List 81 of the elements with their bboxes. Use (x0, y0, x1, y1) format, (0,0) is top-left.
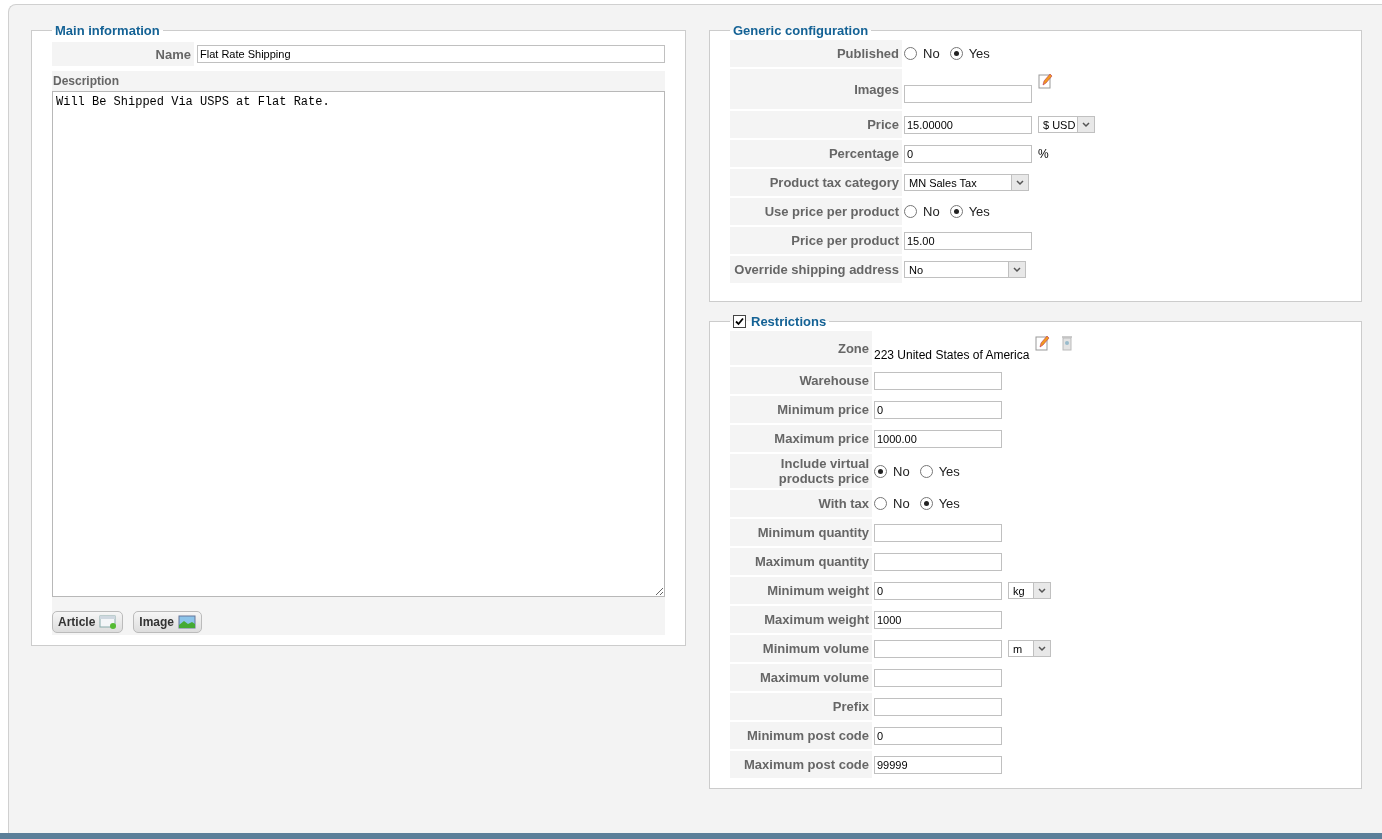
radio-button[interactable] (949, 47, 963, 60)
text-field[interactable]: 0 (874, 400, 1002, 419)
text-field[interactable]: 1000.00 (874, 429, 1002, 448)
radio-button[interactable] (874, 497, 887, 510)
text-field[interactable] (874, 697, 1002, 716)
radio-label: Yes (938, 463, 960, 479)
radio-button[interactable] (904, 205, 917, 218)
dropdown[interactable]: No (904, 261, 1026, 278)
text-field[interactable] (874, 523, 1002, 542)
radio-button[interactable] (874, 464, 887, 478)
text-field[interactable] (874, 668, 1002, 687)
field-label: Maximum quantity (730, 548, 872, 575)
dropdown[interactable]: kg (1008, 582, 1051, 599)
text-field[interactable] (904, 85, 1032, 103)
field-label: Maximum price (730, 425, 872, 452)
chevron-down-icon[interactable] (1033, 583, 1050, 598)
field-label: Warehouse (730, 367, 872, 394)
field-label: Include virtual products price (730, 454, 872, 488)
text-field[interactable]: 99999 (874, 755, 1002, 774)
field-label: Prefix (730, 693, 872, 720)
radio-button[interactable] (949, 205, 963, 218)
dropdown[interactable]: $ USD (1038, 116, 1095, 133)
section-title: Restrictions (751, 314, 827, 329)
text-field[interactable]: 1000 (874, 610, 1002, 629)
field-label: Use price per product (730, 198, 902, 225)
text-field[interactable]: Flat Rate Shipping (197, 45, 665, 63)
radio-button[interactable] (919, 464, 933, 478)
field-label: Zone (730, 331, 872, 365)
chevron-down-icon[interactable] (1011, 175, 1028, 190)
description-field[interactable]: Will Be Shipped Via USPS at Flat Rate. (52, 91, 665, 597)
radio-label: No (893, 496, 910, 511)
text-field[interactable] (874, 371, 1002, 390)
section-title: Generic configuration (733, 23, 869, 38)
field-label: Price per product (730, 227, 902, 254)
field-label: Minimum post code (730, 722, 872, 749)
text-field[interactable]: 0 (874, 581, 1002, 600)
radio-label: No (923, 204, 940, 219)
field-label: Maximum weight (730, 606, 872, 633)
field-label: Price (730, 111, 902, 138)
field-label: Images (730, 69, 902, 109)
document-plus-icon (99, 615, 118, 629)
radio-label: No (893, 463, 910, 479)
pencil-icon[interactable] (1035, 335, 1052, 351)
radio-label: No (923, 46, 940, 61)
field-label: Minimum price (730, 396, 872, 423)
field-label: Minimum quantity (730, 519, 872, 546)
field-label: Name (52, 42, 194, 66)
field-label: Minimum weight (730, 577, 872, 604)
text-field[interactable]: 0 (904, 144, 1032, 163)
field-label: Product tax category (730, 169, 902, 196)
chevron-down-icon[interactable] (1077, 117, 1094, 132)
field-label: Description (52, 71, 665, 91)
field-label: Minimum volume (730, 635, 872, 662)
picture-icon (178, 615, 197, 629)
editor-button[interactable]: Image (133, 611, 203, 633)
text-field[interactable] (874, 639, 1002, 658)
section-title: Main information (55, 23, 160, 38)
text-field[interactable] (874, 552, 1002, 571)
chevron-down-icon[interactable] (1033, 641, 1050, 656)
dropdown[interactable]: MN Sales Tax (904, 174, 1029, 191)
pencil-icon[interactable] (1038, 73, 1054, 89)
chevron-down-icon[interactable] (1008, 262, 1025, 277)
field-label: Maximum volume (730, 664, 872, 691)
unit-label: % (1038, 146, 1049, 161)
field-label: Override shipping address (730, 256, 902, 283)
field-label: With tax (730, 490, 872, 517)
field-label: Maximum post code (730, 751, 872, 778)
radio-button[interactable] (904, 47, 917, 60)
radio-label: Yes (968, 204, 990, 219)
text-field[interactable]: 15.00 (904, 231, 1032, 250)
editor-button[interactable]: Article (52, 611, 124, 633)
radio-label: Yes (938, 496, 960, 511)
field-label: Published (730, 40, 902, 67)
text-field[interactable]: 15.00000 (904, 115, 1032, 134)
checkbox[interactable] (733, 315, 746, 328)
zone-value: 223 United States of America (874, 348, 1030, 362)
dropdown[interactable]: m (1008, 640, 1051, 657)
field-label: Percentage (730, 140, 902, 167)
text-field[interactable]: 0 (874, 726, 1002, 745)
radio-button[interactable] (919, 497, 933, 510)
radio-label: Yes (968, 46, 990, 61)
